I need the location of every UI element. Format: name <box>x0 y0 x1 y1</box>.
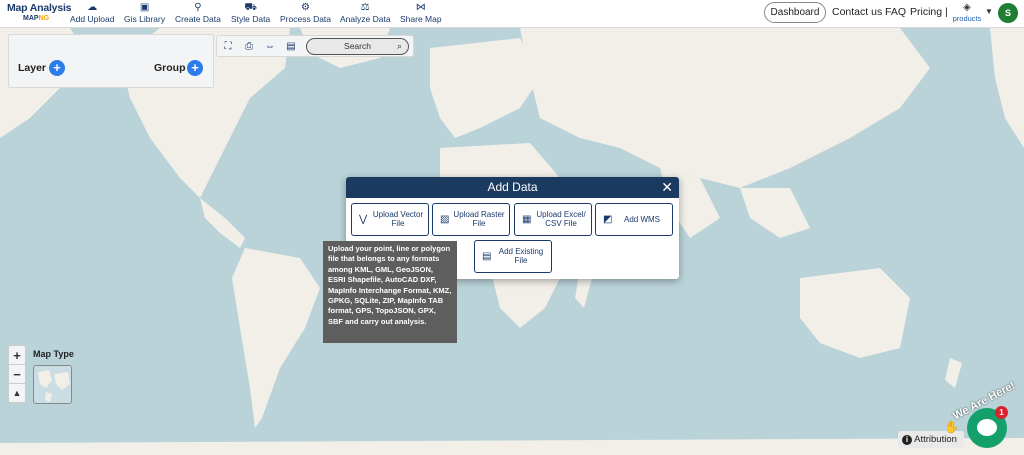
paint-icon: ⛟ <box>244 2 257 13</box>
cube-icon: ◈ <box>963 2 971 13</box>
reset-north-button[interactable]: ▲ <box>9 384 25 403</box>
nav-add-upload[interactable]: ☁ Add Upload <box>70 2 114 24</box>
attribution-label: Attribution <box>914 434 957 445</box>
add-group-button[interactable]: + <box>187 60 203 76</box>
layer-label: Layer <box>18 62 47 74</box>
nav-process-data[interactable]: ⚙ Process Data <box>280 2 331 24</box>
nav-label: Create Data <box>175 14 221 24</box>
table-icon: ▦ <box>522 214 532 225</box>
avatar[interactable]: S <box>998 3 1018 23</box>
nav-label: Gis Library <box>124 14 166 24</box>
upload-vector-button[interactable]: ⋁ Upload Vector File <box>351 203 429 236</box>
option-label: Upload Raster File <box>453 210 505 228</box>
zoom-controls: + − ▲ <box>8 345 26 403</box>
products-menu[interactable]: ◈ products <box>950 2 984 23</box>
nav-style-data[interactable]: ⛟ Style Data <box>231 2 270 24</box>
nav-gis-library[interactable]: ▣ Gis Library <box>124 2 165 24</box>
search-icon: ⌕ <box>396 41 402 51</box>
raster-icon: ▨ <box>440 214 450 225</box>
pin-icon: ⚲ <box>194 2 202 13</box>
products-label: products <box>952 14 982 23</box>
add-layer-button[interactable]: + <box>49 60 65 76</box>
group-label: Group <box>154 62 186 74</box>
close-icon[interactable]: ✕ <box>661 179 673 195</box>
library-icon: ▣ <box>139 2 150 13</box>
nav-label: Analyze Data <box>340 14 391 24</box>
upload-excel-csv-button[interactable]: ▦ Upload Excel/ CSV File <box>514 203 592 236</box>
faq-link[interactable]: FAQ <box>885 0 906 28</box>
measure-icon[interactable]: ⇔ <box>263 40 277 54</box>
analyze-icon: ⚖ <box>360 2 370 13</box>
share-icon: ⋈ <box>415 2 426 13</box>
brand-subtitle: MAPNG <box>23 15 50 22</box>
map-type-label: Map Type <box>33 349 74 359</box>
search-placeholder: Search <box>344 41 371 51</box>
chat-button[interactable]: 1 <box>967 406 1008 448</box>
brand-title: Map Analysis <box>7 2 72 14</box>
chevron-down-icon[interactable]: ▼ <box>985 7 993 16</box>
map-thumb-image <box>34 366 71 403</box>
vector-upload-tooltip: Upload your point, line or polygon file … <box>323 241 457 343</box>
nav-label: Add Upload <box>70 14 115 24</box>
pricing-link[interactable]: Pricing | <box>910 0 948 28</box>
map-type-thumbnail[interactable] <box>33 365 72 404</box>
vector-icon: ⋁ <box>359 214 368 225</box>
comment-icon[interactable]: ▤ <box>284 40 298 54</box>
map-toolbar: ⛶ ⎙ ⇔ ▤ Search ⌕ <box>216 35 414 57</box>
upload-raster-button[interactable]: ▨ Upload Raster File <box>432 203 510 236</box>
nav-label: Process Data <box>280 14 332 24</box>
chat-unread-badge: 1 <box>995 406 1008 419</box>
contact-link[interactable]: Contact us <box>832 0 882 28</box>
top-navbar: Map Analysis MAPNG ☁ Add Upload ▣ Gis Li… <box>0 0 1024 28</box>
nav-label: Style Data <box>231 14 271 24</box>
option-label: Upload Excel/ CSV File <box>536 210 586 228</box>
option-label: Add Existing File <box>498 247 544 265</box>
cloud-upload-icon: ☁ <box>87 2 98 13</box>
layer-panel: Layer + Group + <box>8 34 214 88</box>
wave-hand-icon: ✋ <box>944 420 959 434</box>
nav-create-data[interactable]: ⚲ Create Data <box>175 2 221 24</box>
nav-label: Share Map <box>400 14 442 24</box>
chat-bubble-icon <box>977 419 997 436</box>
dashboard-button[interactable]: Dashboard <box>764 2 826 23</box>
nav-share-map[interactable]: ⋈ Share Map <box>400 2 442 24</box>
file-icon: ▤ <box>482 251 492 262</box>
fullscreen-icon[interactable]: ⛶ <box>221 40 235 54</box>
zoom-in-button[interactable]: + <box>9 346 25 365</box>
nav-analyze-data[interactable]: ⚖ Analyze Data <box>340 2 391 24</box>
wms-icon: ◩ <box>603 214 613 225</box>
search-input[interactable]: Search ⌕ <box>306 38 409 55</box>
add-existing-file-button[interactable]: ▤ Add Existing File <box>474 240 552 273</box>
print-icon[interactable]: ⎙ <box>242 40 256 54</box>
info-icon: i <box>902 435 912 445</box>
process-icon: ⚙ <box>301 2 310 13</box>
zoom-out-button[interactable]: − <box>9 365 25 384</box>
modal-title: Add Data <box>346 177 679 198</box>
option-label: Add WMS <box>623 215 660 224</box>
option-label: Upload Vector File <box>372 210 424 228</box>
brand-logo[interactable]: Map Analysis MAPNG <box>7 2 72 22</box>
add-wms-button[interactable]: ◩ Add WMS <box>595 203 673 236</box>
